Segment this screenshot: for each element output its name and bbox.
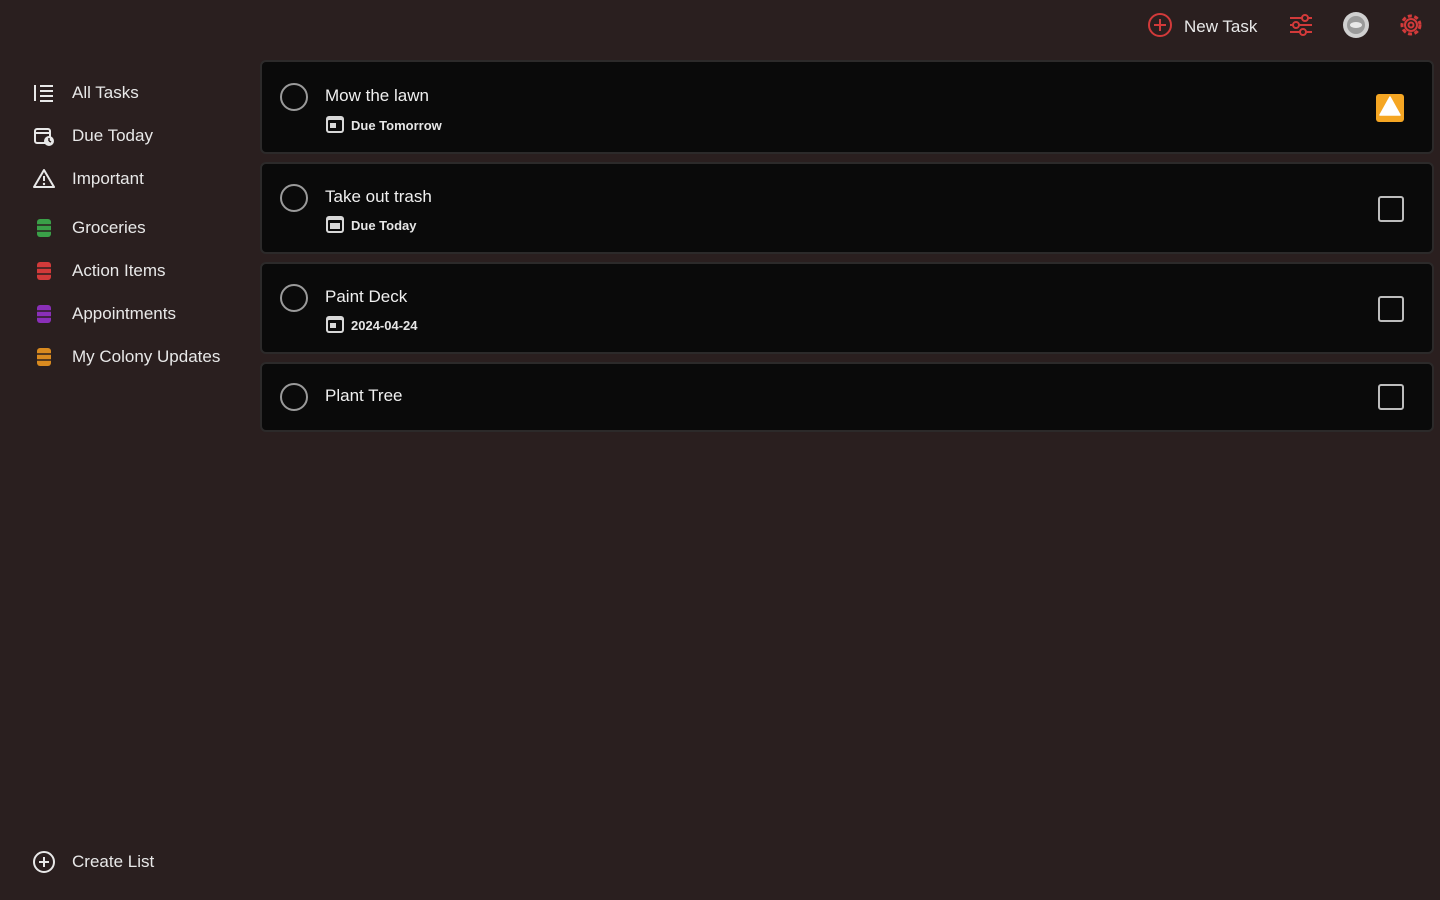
- sidebar-item-appointments[interactable]: Appointments: [32, 299, 242, 329]
- calendar-icon: [325, 214, 345, 237]
- gear-icon: [1397, 11, 1425, 44]
- complete-task-toggle[interactable]: [280, 383, 308, 411]
- list-bucket-icon: [32, 302, 56, 326]
- avatar-button[interactable]: [1341, 11, 1371, 44]
- task-row[interactable]: Mow the lawn Due Tomorrow: [260, 60, 1434, 154]
- sidebar-item-all-tasks[interactable]: All Tasks: [32, 78, 242, 108]
- sidebar-item-label: All Tasks: [72, 83, 139, 102]
- sidebar-item-label: My Colony Updates: [72, 347, 221, 366]
- list-bucket-icon: [32, 345, 56, 369]
- task-due: 2024-04-24: [325, 314, 418, 337]
- sidebar-item-action-items[interactable]: Action Items: [32, 256, 242, 286]
- task-title: Mow the lawn: [325, 86, 429, 105]
- warning-icon: [1379, 95, 1401, 121]
- important-flag-button[interactable]: [1376, 94, 1404, 122]
- complete-task-toggle[interactable]: [280, 184, 308, 212]
- task-due: Due Tomorrow: [325, 114, 442, 137]
- task-title: Paint Deck: [325, 287, 408, 306]
- important-checkbox[interactable]: [1378, 384, 1404, 410]
- due-label: 2024-04-24: [351, 318, 418, 333]
- calendar-icon: [325, 314, 345, 337]
- task-title: Plant Tree: [325, 386, 403, 405]
- task-row[interactable]: Take out trash Due Today: [260, 162, 1434, 254]
- list-icon: [32, 81, 56, 105]
- warning-icon: [32, 167, 56, 191]
- important-checkbox[interactable]: [1378, 196, 1404, 222]
- sidebar: All Tasks Due Today Important Groceries …: [0, 56, 250, 900]
- sidebar-item-label: Appointments: [72, 304, 176, 323]
- due-label: Due Tomorrow: [351, 118, 442, 133]
- sidebar-item-my-colony-updates[interactable]: My Colony Updates: [32, 342, 242, 372]
- settings-button[interactable]: [1396, 12, 1426, 42]
- task-row[interactable]: Paint Deck 2024-04-24: [260, 262, 1434, 354]
- plus-circle-icon: [1146, 11, 1174, 44]
- avatar: [1342, 11, 1370, 44]
- new-task-button[interactable]: New Task: [1146, 12, 1257, 42]
- sidebar-item-label: Action Items: [72, 261, 166, 280]
- sidebar-item-label: Groceries: [72, 218, 146, 237]
- sidebar-item-groceries[interactable]: Groceries: [32, 213, 242, 243]
- important-checkbox[interactable]: [1378, 296, 1404, 322]
- sidebar-item-label: Important: [72, 169, 144, 188]
- task-row[interactable]: Plant Tree: [260, 362, 1434, 432]
- create-list-label: Create List: [72, 852, 155, 871]
- top-bar: New Task: [0, 0, 1440, 56]
- task-due: Due Today: [325, 214, 417, 237]
- plus-circle-icon: [32, 850, 56, 874]
- calendar-clock-icon: [32, 124, 56, 148]
- complete-task-toggle[interactable]: [280, 284, 308, 312]
- sidebar-item-important[interactable]: Important: [32, 164, 242, 194]
- create-list-button[interactable]: Create List: [32, 847, 242, 877]
- filter-button[interactable]: [1286, 12, 1316, 42]
- complete-task-toggle[interactable]: [280, 83, 308, 111]
- calendar-icon: [325, 114, 345, 137]
- task-title: Take out trash: [325, 187, 432, 206]
- sliders-icon: [1287, 11, 1315, 44]
- sidebar-item-label: Due Today: [72, 126, 153, 145]
- list-bucket-icon: [32, 216, 56, 240]
- new-task-label: New Task: [1184, 17, 1258, 36]
- sidebar-item-due-today[interactable]: Due Today: [32, 121, 242, 151]
- due-label: Due Today: [351, 218, 417, 233]
- list-bucket-icon: [32, 259, 56, 283]
